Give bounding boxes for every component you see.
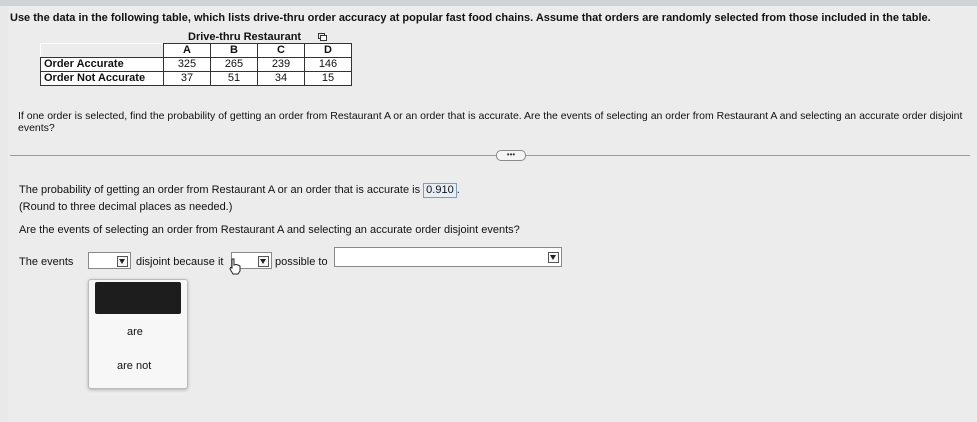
dropdown-popup: are are not xyxy=(88,279,188,389)
table-row: Order Not Accurate 37 51 34 15 xyxy=(40,71,352,86)
sentence-mid1: disjoint because it xyxy=(136,256,224,268)
round-note: (Round to three decimal places as needed… xyxy=(19,201,233,213)
table-cell: 37 xyxy=(163,71,211,86)
column-header: C xyxy=(257,43,305,58)
table-cell: 51 xyxy=(210,71,258,86)
hand-cursor-icon xyxy=(229,258,241,275)
question-text: If one order is selected, find the proba… xyxy=(18,110,963,134)
sentence-mid2: possible to xyxy=(275,256,328,268)
data-table: A B C D Order Accurate 325 265 239 146 O… xyxy=(40,43,352,86)
possible-to-dropdown[interactable] xyxy=(334,247,562,267)
table-corner xyxy=(40,43,164,58)
column-header: D xyxy=(304,43,352,58)
copy-icon[interactable] xyxy=(318,33,327,41)
table-cell: 265 xyxy=(210,57,258,72)
probability-answer-field[interactable]: 0.910 xyxy=(423,183,457,198)
row-header: Order Accurate xyxy=(40,57,164,72)
table-row: Order Accurate 325 265 239 146 xyxy=(40,57,352,72)
probability-answer-line: The probability of getting an order from… xyxy=(19,183,460,198)
table-cell: 239 xyxy=(257,57,305,72)
disjoint-question: Are the events of selecting an order fro… xyxy=(19,224,520,236)
sentence-prefix: The events xyxy=(19,256,74,268)
table-cell: 146 xyxy=(304,57,352,72)
column-header: A xyxy=(163,43,211,58)
probability-suffix: . xyxy=(456,184,460,196)
instruction-text: Use the data in the following table, whi… xyxy=(10,12,931,24)
table-cell: 15 xyxy=(304,71,352,86)
column-header: B xyxy=(210,43,258,58)
are-dropdown[interactable] xyxy=(88,252,131,269)
chevron-down-icon xyxy=(117,256,128,267)
table-cell: 325 xyxy=(163,57,211,72)
option-are[interactable]: are xyxy=(127,326,143,338)
option-are-not[interactable]: are not xyxy=(117,360,151,372)
popup-selected-option[interactable] xyxy=(95,282,181,314)
table-header-row: A B C D xyxy=(40,43,352,58)
chevron-down-icon xyxy=(258,256,269,267)
chevron-down-icon xyxy=(548,252,559,263)
more-button[interactable]: ••• xyxy=(496,150,526,161)
row-header: Order Not Accurate xyxy=(40,71,164,86)
table-title: Drive-thru Restaurant xyxy=(188,31,302,43)
section-divider xyxy=(10,155,970,156)
probability-prefix: The probability of getting an order from… xyxy=(19,184,421,196)
table-cell: 34 xyxy=(257,71,305,86)
